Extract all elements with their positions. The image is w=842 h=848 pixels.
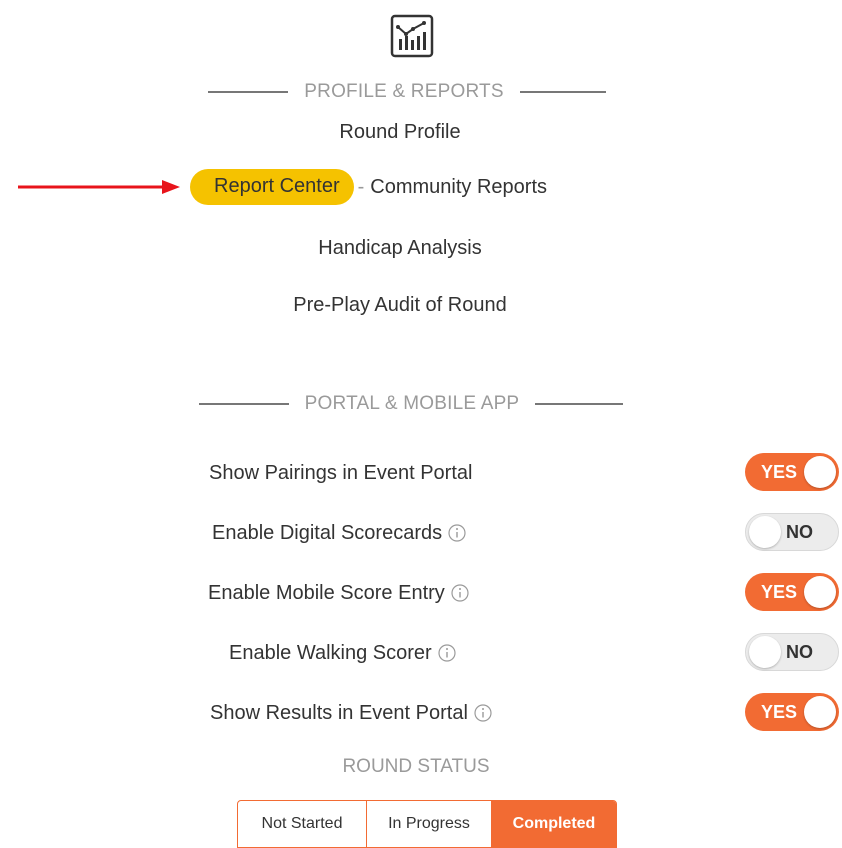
community-reports-link[interactable]: Community Reports <box>370 176 547 199</box>
setting-label-text: Show Results in Event Portal <box>210 701 468 724</box>
profile-reports-section-title: PROFILE & REPORTS <box>304 81 504 102</box>
info-icon[interactable] <box>438 644 456 662</box>
toggle-value: YES <box>761 702 798 722</box>
pre-play-audit-link[interactable]: Pre-Play Audit of Round <box>0 294 800 317</box>
portal-mobile-divider: PORTAL & MOBILE APP <box>0 392 842 416</box>
setting-label-walking-scorer: Enable Walking Scorer <box>229 640 456 666</box>
divider-line-left <box>198 403 289 405</box>
info-icon[interactable] <box>451 584 469 602</box>
report-center-row: Report Center - Community Reports <box>190 167 547 207</box>
toggle-knob <box>804 456 836 488</box>
report-separator: - <box>357 175 365 198</box>
setting-label-text: Enable Mobile Score Entry <box>208 581 445 604</box>
toggle-knob <box>804 696 836 728</box>
bar-chart-trend-icon <box>387 14 437 58</box>
setting-label-show-results: Show Results in Event Portal <box>210 700 492 726</box>
setting-label-text: Enable Digital Scorecards <box>212 521 443 544</box>
divider-line-left <box>208 91 289 93</box>
handicap-analysis-link[interactable]: Handicap Analysis <box>0 237 800 260</box>
status-option-in-progress[interactable]: In Progress <box>366 801 491 847</box>
toggle-value: NO <box>786 522 813 542</box>
setting-label-text: Show Pairings in Event Portal <box>209 461 473 484</box>
status-option-completed[interactable]: Completed <box>491 801 616 847</box>
toggle-show-pairings[interactable]: YES <box>745 453 839 491</box>
toggle-walking-scorer[interactable]: NO <box>745 633 839 671</box>
toggle-knob <box>749 516 781 548</box>
setting-label-text: Enable Walking Scorer <box>229 641 432 664</box>
setting-label-digital-scorecards: Enable Digital Scorecards <box>212 520 466 546</box>
toggle-show-results[interactable]: YES <box>745 693 839 731</box>
info-icon[interactable] <box>474 704 492 722</box>
red-arrow-icon <box>18 178 180 196</box>
toggle-value: YES <box>761 582 798 602</box>
toggle-knob <box>804 576 836 608</box>
toggle-value: NO <box>786 642 813 662</box>
setting-label-mobile-score-entry: Enable Mobile Score Entry <box>208 580 469 606</box>
divider-line-right <box>535 403 624 405</box>
profile-reports-divider: PROFILE & REPORTS <box>0 80 842 104</box>
round-profile-link[interactable]: Round Profile <box>0 121 800 144</box>
round-status-title: ROUND STATUS <box>342 756 490 777</box>
toggle-knob <box>749 636 781 668</box>
toggle-mobile-score-entry[interactable]: YES <box>745 573 839 611</box>
report-center-link[interactable]: Report Center <box>190 169 354 205</box>
info-icon[interactable] <box>448 524 466 542</box>
divider-line-right <box>519 91 606 93</box>
setting-label-show-pairings: Show Pairings in Event Portal <box>209 460 472 486</box>
toggle-value: YES <box>761 462 798 482</box>
toggle-digital-scorecards[interactable]: NO <box>745 513 839 551</box>
portal-mobile-section-title: PORTAL & MOBILE APP <box>304 393 520 414</box>
status-option-not-started[interactable]: Not Started <box>238 801 366 847</box>
